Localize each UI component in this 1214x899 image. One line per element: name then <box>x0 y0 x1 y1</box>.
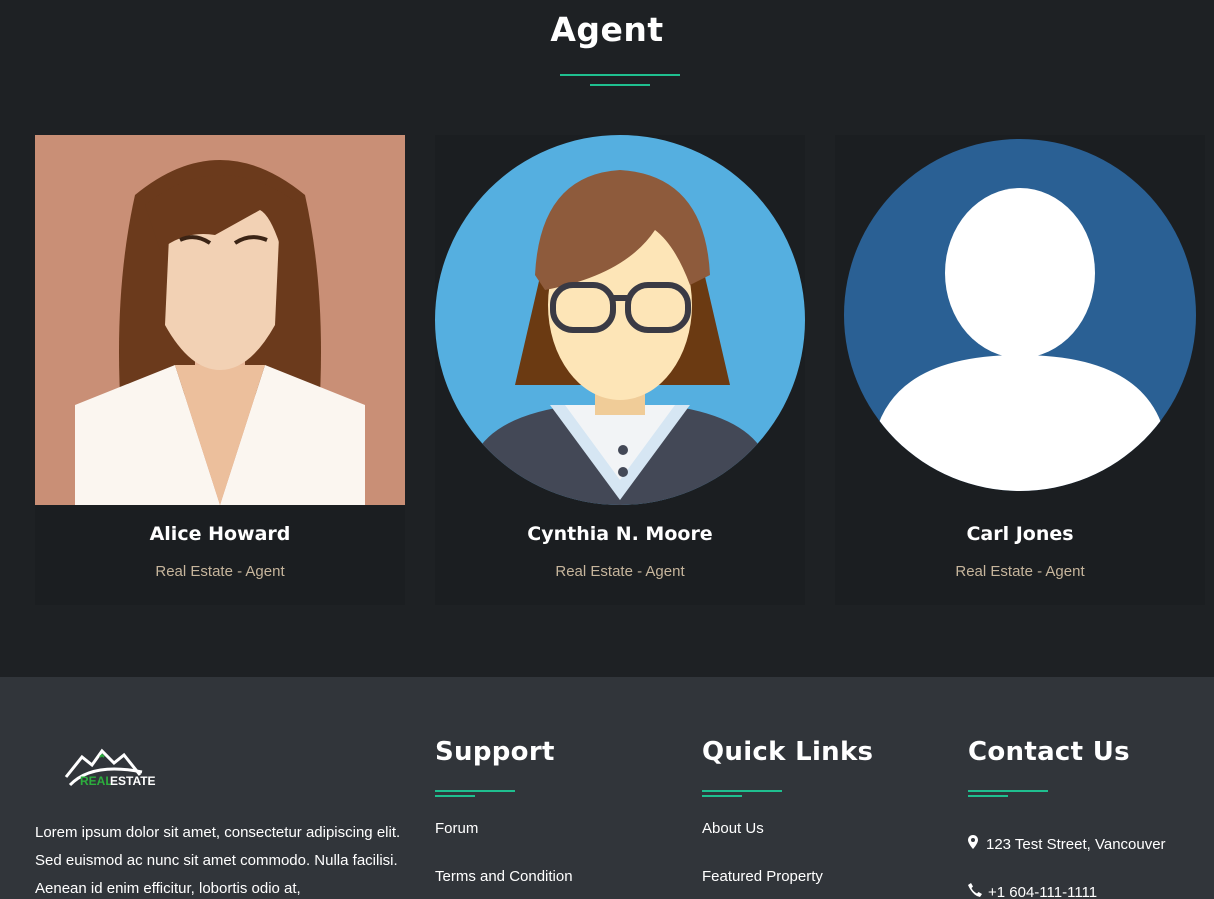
contact-address-text: 123 Test Street, Vancouver <box>986 835 1166 853</box>
heading-underline-short <box>435 795 475 797</box>
map-pin-icon <box>968 835 986 853</box>
phone-icon <box>968 883 988 899</box>
support-column: Support Forum Terms and Condition <box>435 737 573 885</box>
agent-role: Real Estate - Agent <box>155 563 285 580</box>
quick-links-heading: Quick Links <box>702 737 874 767</box>
heading-underline-short <box>968 795 1008 797</box>
footer-link-about[interactable]: About Us <box>702 820 952 868</box>
contact-heading: Contact Us <box>968 737 1130 767</box>
contact-column: Contact Us 123 Test Street, Vancouver +1… <box>968 737 1166 899</box>
svg-text:ESTATE: ESTATE <box>110 774 156 788</box>
footer-link-forum[interactable]: Forum <box>435 820 685 868</box>
support-heading: Support <box>435 737 555 767</box>
agent-name[interactable]: Carl Jones <box>835 523 1205 545</box>
footer: REAL ESTATE Lorem ipsum dolor sit amet, … <box>0 677 1214 899</box>
contact-phone-text[interactable]: +1 604-111-1111 <box>988 884 1097 899</box>
agent-role: Real Estate - Agent <box>555 563 685 580</box>
agent-photo[interactable] <box>35 135 405 505</box>
contact-address: 123 Test Street, Vancouver <box>968 820 1214 868</box>
heading-underline <box>968 790 1048 792</box>
contact-phone[interactable]: +1 604-111-1111 <box>968 868 1214 899</box>
heading-underline <box>435 790 515 792</box>
heading-underline-short <box>702 795 742 797</box>
agent-card-cynthia[interactable]: Cynthia N. Moore Real Estate - Agent <box>435 135 805 605</box>
agent-card-carl[interactable]: Carl Jones Real Estate - Agent <box>835 135 1205 605</box>
title-underline-short <box>590 84 650 86</box>
agent-photo[interactable] <box>435 135 805 505</box>
footer-about-text: Lorem ipsum dolor sit amet, consectetur … <box>35 824 401 897</box>
agent-name[interactable]: Cynthia N. Moore <box>435 523 805 545</box>
agent-role: Real Estate - Agent <box>955 563 1085 580</box>
section-title: Agent <box>550 10 664 49</box>
heading-underline <box>702 790 782 792</box>
agent-name[interactable]: Alice Howard <box>35 523 405 545</box>
agent-section: Agent Alice Howard Real Estate - Agent C… <box>0 0 1214 677</box>
svg-text:REAL: REAL <box>80 774 113 788</box>
title-underline <box>560 74 680 76</box>
footer-link-featured[interactable]: Featured Property <box>702 868 952 899</box>
agent-photo[interactable] <box>835 135 1205 505</box>
footer-link-terms[interactable]: Terms and Condition <box>435 868 685 899</box>
quick-links-column: Quick Links About Us Featured Property <box>702 737 874 885</box>
logo[interactable]: REAL ESTATE <box>62 737 162 797</box>
agent-card-alice[interactable]: Alice Howard Real Estate - Agent <box>35 135 405 605</box>
